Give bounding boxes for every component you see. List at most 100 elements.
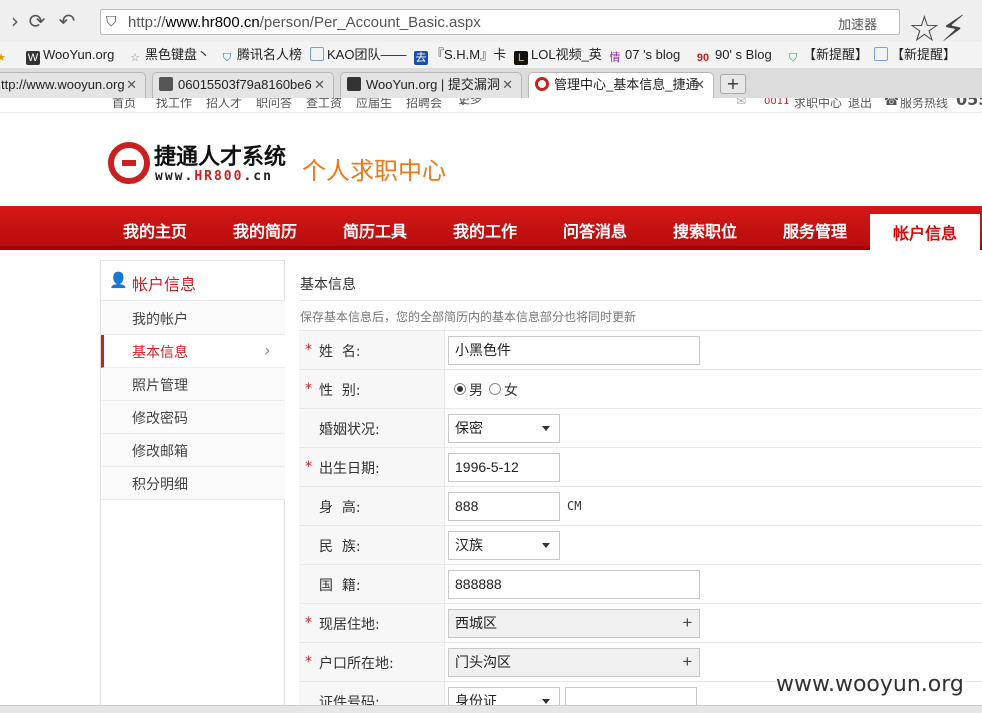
close-tab-icon[interactable]: ✕ (314, 73, 325, 97)
tab-1[interactable]: 06015503f79a8160be6 ✕ (152, 72, 334, 98)
nav-my-home[interactable]: 我的主页 (123, 218, 187, 242)
chevron-right-icon: › (264, 341, 271, 360)
tab-2[interactable]: WooYun.org | 提交漏洞 ✕ (340, 72, 522, 98)
center-title: 个人求职中心 (302, 157, 446, 185)
nav-account-active[interactable]: 帐户信息 (870, 214, 980, 250)
accelerator-label[interactable]: 加速器 (838, 14, 877, 33)
tab-3-active[interactable]: 管理中心_基本信息_捷通 ✕ (528, 72, 714, 98)
ethnic-select[interactable]: 汉族 (448, 531, 560, 560)
gender-female-label[interactable]: 女 (504, 380, 518, 400)
plus-icon[interactable]: + (682, 648, 692, 675)
hukou-picker[interactable]: 门头沟区 + (448, 648, 700, 677)
bookmark-0[interactable]: W WooYun.org (26, 46, 114, 65)
divider (300, 300, 982, 301)
address-bar[interactable]: ⛉ http://www.hr800.cn/person/Per_Account… (100, 9, 900, 35)
sidebar-item-email[interactable]: 修改邮箱 (101, 434, 285, 467)
marital-select[interactable]: 保密 (448, 414, 560, 443)
sidebar-item-my-account[interactable]: 我的帐户 (101, 302, 285, 335)
toplink-jobs[interactable]: 找工作 (156, 98, 192, 111)
toplink-talent[interactable]: 招人才 (206, 98, 242, 111)
toplink-fairs[interactable]: 招聘会 (406, 98, 442, 111)
bookmark-7[interactable]: 90 90' s Blog (694, 46, 772, 64)
sidebar-item-basic-info[interactable]: 基本信息 › (101, 335, 285, 368)
forward-icon[interactable]: › (4, 10, 26, 32)
label-name: 姓 名: (319, 344, 361, 360)
birth-input[interactable]: 1996-5-12 (448, 453, 560, 482)
phone-icon: ☎ (884, 98, 899, 108)
bookmark-2[interactable]: ⛉ 腾讯名人榜 (220, 46, 302, 64)
gender-female-radio[interactable] (489, 383, 501, 395)
lol-icon: L (514, 51, 528, 65)
toplink-salary[interactable]: 查工资 (306, 98, 342, 111)
hr800-icon (535, 77, 549, 91)
sidebar-item-points[interactable]: 积分明细 (101, 467, 285, 500)
new-tab-button[interactable]: + (720, 74, 746, 94)
bookmark-5[interactable]: L LOL视频_英 (514, 46, 602, 65)
toplink-more[interactable]: 更多 ⌄ (458, 98, 482, 108)
toolbar: › ⟳ ↶ ⛉ http://www.hr800.cn/person/Per_A… (0, 0, 982, 50)
bookmark-6[interactable]: 情 07 's blog (608, 46, 681, 64)
row-marital: 婚姻状况: 保密 (299, 408, 982, 448)
required-star: * (305, 459, 312, 475)
gender-male-radio[interactable] (454, 383, 466, 395)
page-title: 基本信息 (300, 277, 356, 293)
nav-search-jobs[interactable]: 搜索职位 (673, 218, 737, 242)
tab-0[interactable]: ttp://www.wooyun.org ✕ (0, 72, 146, 98)
security-shield-icon: ⛉ (106, 14, 117, 30)
label-hukou: 户口所在地: (319, 656, 394, 672)
wooyun-icon: W (26, 51, 40, 65)
reload-icon[interactable]: ⟳ (26, 10, 48, 32)
bookmark-3[interactable]: KAO团队—— (310, 46, 406, 64)
horizontal-scrollbar[interactable] (0, 705, 982, 713)
residence-picker[interactable]: 西城区 + (448, 609, 700, 638)
image-icon (159, 77, 173, 91)
bookmark-4[interactable]: 去『S.H.M』卡 (414, 46, 506, 65)
url-text: http://www.hr800.cn/person/Per_Account_B… (128, 14, 481, 31)
star-icon: ☆ (130, 52, 140, 64)
toplink-home[interactable]: 首页 (112, 98, 136, 111)
nationality-input[interactable]: 888888 (448, 570, 700, 599)
hotline-label: 服务热线 (900, 98, 949, 110)
nav-services[interactable]: 服务管理 (783, 218, 847, 242)
toplink-logout[interactable]: 退出 (848, 98, 872, 111)
close-tab-icon[interactable]: ✕ (694, 73, 705, 97)
chevron-down-icon (542, 699, 550, 704)
toplink-graduates[interactable]: 应届生 (356, 98, 392, 111)
label-ethnic: 民 族: (319, 539, 361, 555)
sidebar-item-photos[interactable]: 照片管理 (101, 368, 285, 401)
sidebar-title: 帐户信息 (132, 275, 197, 294)
height-input[interactable]: 888 (448, 492, 560, 521)
logo-text[interactable]: 捷通人才系统 (154, 139, 286, 171)
nav-resume-tools[interactable]: 简历工具 (343, 218, 407, 242)
mail-icon[interactable]: ✉ (736, 98, 746, 108)
required-star: * (305, 654, 312, 670)
page-icon (874, 47, 888, 61)
undo-icon[interactable]: ↶ (56, 10, 78, 32)
close-tab-icon[interactable]: ✕ (126, 73, 137, 97)
gender-male-label[interactable]: 男 (469, 380, 483, 400)
bookmark-1[interactable]: ☆ 黑色键盘丶 (128, 46, 210, 64)
row-height: 身 高: 888 CM (299, 486, 982, 526)
close-tab-icon[interactable]: ✕ (502, 73, 513, 97)
hotline-number: 055 (956, 98, 982, 109)
sidebar-item-password[interactable]: 修改密码 (101, 401, 285, 434)
main-content: 基本信息 保存基本信息后，您的全部简历内的基本信息部分也将同时更新 * 姓 名: … (290, 260, 982, 713)
badge-icon: 去 (414, 51, 428, 65)
toplink-center[interactable]: 求职中心 (794, 98, 842, 111)
wooyun-icon (347, 77, 361, 91)
logo-icon[interactable] (108, 142, 150, 184)
name-input[interactable]: 小黑色件 (448, 336, 700, 365)
nav-my-work[interactable]: 我的工作 (453, 218, 517, 242)
nav-my-resume[interactable]: 我的简历 (233, 218, 297, 242)
bookmark-8[interactable]: ⛉ 【新提醒】 (786, 46, 868, 64)
chevron-down-icon (542, 426, 550, 431)
toplink-qa[interactable]: 职问答 (256, 98, 292, 111)
main-nav: 我的主页 我的简历 简历工具 我的工作 问答消息 搜索职位 服务管理 帐户信息 (0, 206, 982, 250)
bookmark-star-icon[interactable]: ★ (0, 46, 11, 64)
nav-messages[interactable]: 问答消息 (563, 218, 627, 242)
tab-strip: ttp://www.wooyun.org ✕ 06015503f79a8160be… (0, 68, 982, 98)
plus-icon[interactable]: + (682, 609, 692, 636)
label-residence: 现居住地: (319, 617, 380, 633)
bookmark-9[interactable]: 【新提醒】 (874, 46, 956, 64)
top-links: 首页 找工作 招人才 职问答 查工资 应届生 招聘会 更多 ⌄ ✉ 0011 求职… (0, 98, 982, 112)
